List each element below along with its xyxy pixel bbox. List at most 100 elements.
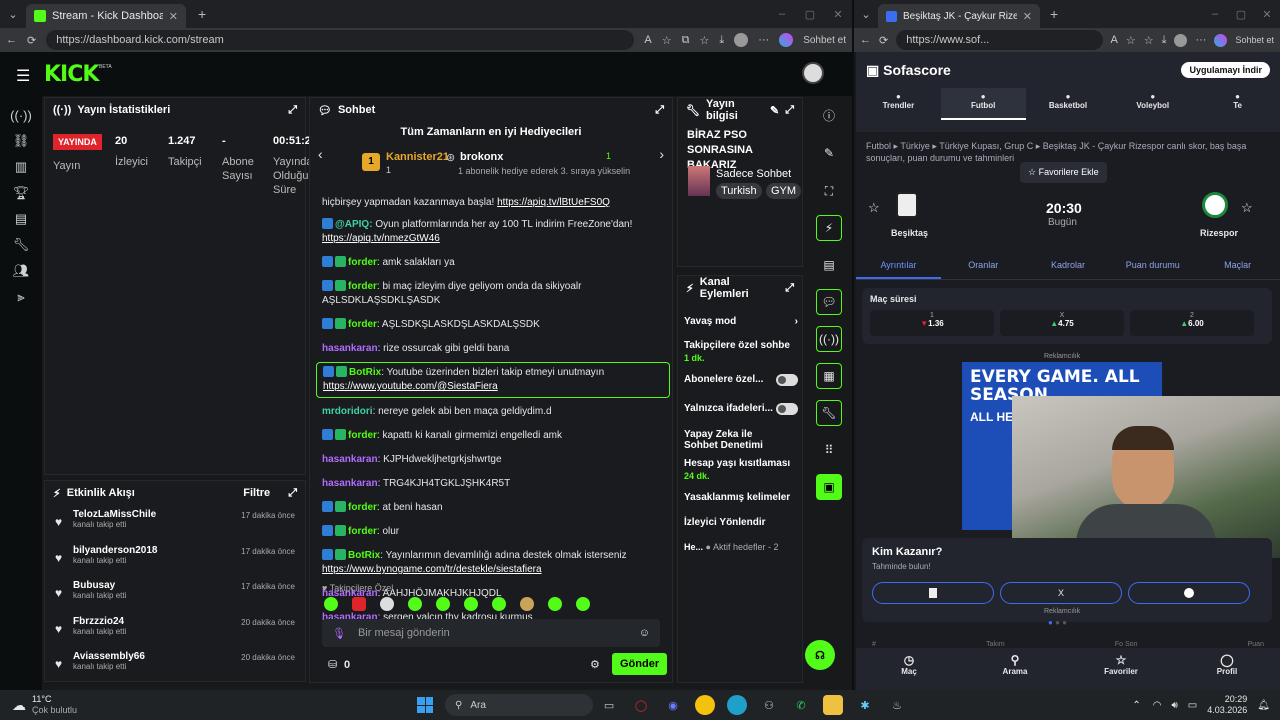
analytics-icon[interactable]: ▥ (0, 154, 42, 180)
expand-icon[interactable]: ⤢ (785, 104, 794, 117)
user-avatar[interactable] (802, 62, 824, 84)
tag-turkish[interactable]: Turkish (716, 183, 762, 199)
home-star-icon[interactable]: ☆ (868, 200, 880, 216)
message-user[interactable]: forder (348, 502, 377, 513)
tab-list-icon[interactable]: ⌄ (854, 8, 878, 21)
url-field[interactable]: https://dashboard.kick.com/stream (46, 30, 635, 50)
bottom-nav-item[interactable]: ☆ Favoriler (1068, 648, 1174, 690)
emote-icon[interactable] (520, 597, 534, 611)
tools-icon[interactable]: 🔧︎ (816, 400, 842, 426)
profile-avatar[interactable] (1174, 33, 1188, 47)
next-gifter-icon[interactable]: › (659, 146, 664, 162)
away-star-icon[interactable]: ☆ (1241, 200, 1253, 216)
vote-draw-button[interactable]: X (1000, 582, 1122, 604)
emote-icon[interactable] (576, 597, 590, 611)
action-account-age[interactable]: Hesap yaşı kısıtlaması 24 dk. (684, 458, 798, 483)
message-user[interactable]: forder (348, 319, 377, 330)
taskbar-search[interactable]: ⚲ Ara (445, 694, 594, 716)
vote-home-button[interactable] (872, 582, 994, 604)
info-icon[interactable]: ⓘ (816, 102, 842, 128)
emote-icon[interactable] (436, 597, 450, 611)
library-icon[interactable]: ⫸ (0, 284, 42, 310)
emote-icon[interactable] (464, 597, 478, 611)
discord-icon[interactable]: ◉ (663, 695, 683, 715)
share-icon[interactable]: ⠿ (816, 437, 842, 463)
back-icon[interactable]: ← (6, 34, 17, 46)
downloads-icon[interactable]: ⤓ (719, 34, 724, 47)
message-user[interactable]: forder (348, 257, 377, 268)
favorites-icon[interactable]: ☆ (699, 34, 709, 47)
odds-button[interactable]: X ▲4.75 (1000, 310, 1124, 336)
match-tab[interactable]: Ayrıntılar (856, 252, 941, 279)
message-user[interactable]: forder (348, 281, 377, 292)
action-banned-words[interactable]: Yasaklanmış kelimeler (684, 492, 798, 503)
message-user[interactable]: forder (348, 430, 377, 441)
message-user[interactable]: hasankaran (322, 343, 378, 354)
broadcast-icon[interactable]: ((·)) (816, 326, 842, 352)
sofa-logo[interactable]: ▣ Sofascore (866, 62, 951, 79)
gifter2-name[interactable]: brokonx (460, 151, 503, 163)
message-link[interactable]: https://apiq.tv/nmezGtW46 (322, 233, 440, 244)
action-subscribers[interactable]: Abonelere özel... (684, 374, 798, 386)
action-followers-chat[interactable]: Takipçilere özel sohbe 1 dk. (684, 340, 798, 365)
carousel-dots[interactable]: ● ● ● (1048, 618, 1067, 627)
maximize-icon[interactable]: ▢ (796, 8, 824, 21)
message-user[interactable]: BotRix (348, 550, 380, 561)
expand-icon[interactable]: ⤢ (785, 282, 794, 295)
clip-icon[interactable]: ⛶ (816, 178, 842, 204)
chat-bubble-icon[interactable]: 💬︎ (816, 289, 842, 315)
sport-tab[interactable]: ● Basketbol (1026, 88, 1111, 120)
emoji-icon[interactable]: ☺ (639, 627, 650, 639)
weather-widget[interactable]: 11°C Çok bulutlu (32, 694, 77, 716)
video-icon[interactable]: ▤ (0, 206, 42, 232)
emote-icon[interactable] (548, 597, 562, 611)
profile-avatar[interactable] (734, 33, 749, 47)
close-window-icon[interactable]: ✕ (1254, 8, 1280, 21)
bottom-nav-item[interactable]: ◯ Profil (1174, 648, 1280, 690)
chrome-icon[interactable] (695, 695, 716, 715)
new-tab-icon[interactable]: + (1050, 6, 1058, 22)
more-icon[interactable]: ··· (1195, 34, 1206, 46)
maximize-icon[interactable]: ▢ (1228, 8, 1254, 21)
minimize-icon[interactable]: – (768, 8, 796, 20)
start-icon[interactable] (417, 697, 434, 713)
emote-icon[interactable] (492, 597, 506, 611)
extensions-icon[interactable]: ⧉ (682, 34, 690, 47)
away-team-name[interactable]: Rizespor (1200, 228, 1238, 238)
clock[interactable]: 20:29 4.03.2026 (1207, 694, 1247, 716)
download-app-button[interactable]: Uygulamayı İndir (1181, 62, 1270, 78)
url-field[interactable]: https://www.sof... (896, 30, 1103, 50)
link-icon[interactable]: ⛓ (0, 128, 42, 154)
chat-input[interactable]: 🎙︎ Bir mesaj gönderin ☺ (322, 619, 660, 647)
hamburger-icon[interactable]: ☰ (16, 66, 30, 86)
minimize-icon[interactable]: – (1202, 8, 1228, 20)
vote-away-button[interactable] (1128, 582, 1250, 604)
mic-icon[interactable]: 🎙︎ (332, 627, 346, 640)
odds-button[interactable]: 2 ▲6.00 (1130, 310, 1254, 336)
favorite-star-icon[interactable]: ☆ (1126, 34, 1136, 47)
copilot-label[interactable]: Sohbet et (1235, 35, 1274, 45)
match-tab[interactable]: Maçlar (1195, 252, 1280, 279)
edit-icon[interactable]: ✎ (816, 140, 842, 166)
gifter1-name[interactable]: Kannister21 (386, 151, 449, 163)
action-goals[interactable]: He... ● Aktif hedefler - 2 (684, 542, 798, 552)
sport-tab[interactable]: ● Futbol (940, 88, 1026, 120)
sport-tab[interactable]: ● Te (1195, 88, 1280, 120)
expand-icon[interactable]: ⤢ (655, 104, 664, 117)
task-view-icon[interactable]: ▭ (599, 695, 619, 715)
filter-button[interactable]: Filtre (243, 487, 270, 499)
message-link[interactable]: https://www.youtube.com/@SiestaFiera (323, 381, 498, 392)
close-window-icon[interactable]: ✕ (824, 8, 852, 21)
weather-icon[interactable]: ☁ (12, 697, 26, 714)
tab-kick-dashboard[interactable]: Stream - Kick Dashboard ✕ (26, 4, 186, 28)
expand-icon[interactable]: ⤢ (288, 104, 297, 117)
subs-toggle[interactable] (776, 374, 798, 386)
downloads-icon[interactable]: ⤓ (1162, 34, 1167, 47)
flash-icon[interactable]: ⚡︎ (816, 215, 842, 241)
add-favorites-button[interactable]: ☆ Favorilere Ekle (1020, 162, 1107, 183)
emotes-toggle[interactable] (776, 403, 798, 415)
message-user[interactable]: hasankaran (322, 454, 378, 465)
action-slow-mode[interactable]: Yavaş mod › (684, 316, 798, 327)
wrench-icon[interactable]: 🔧︎ (0, 232, 42, 258)
message-user[interactable]: @APIQ: (335, 219, 373, 230)
